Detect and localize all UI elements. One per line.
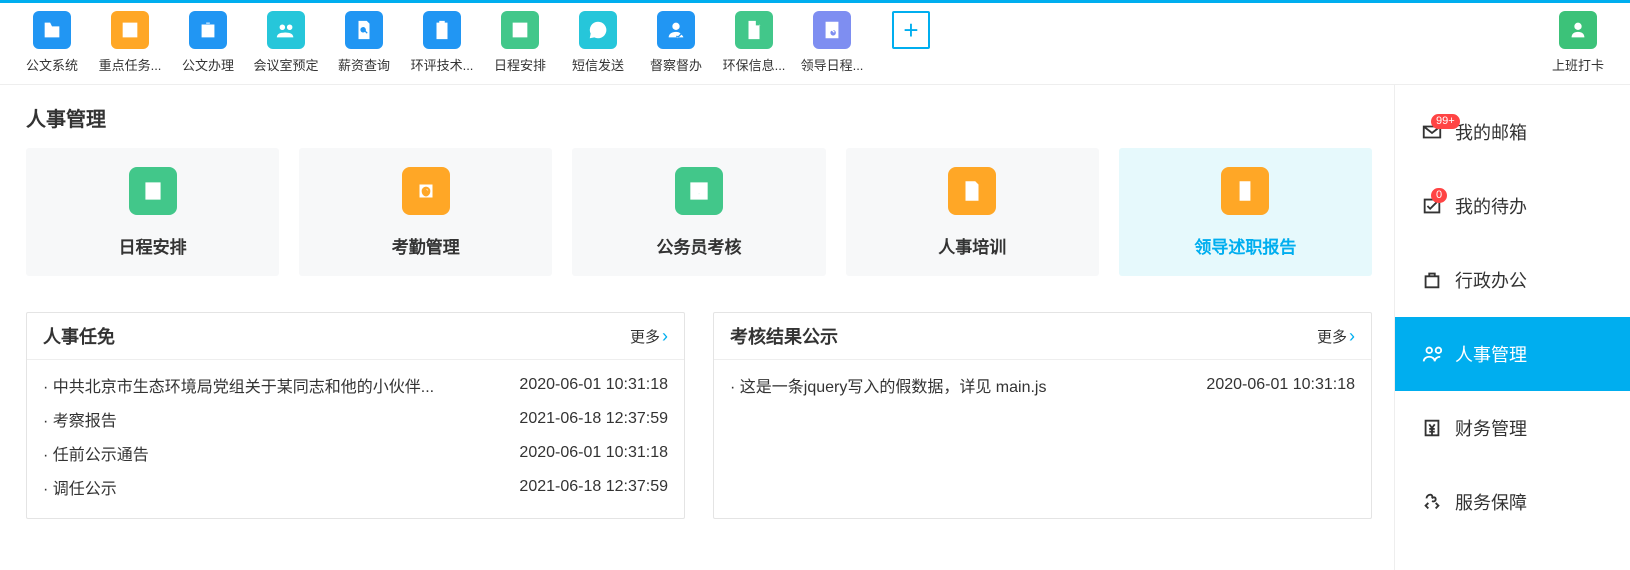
- sidebar-label: 行政办公: [1455, 267, 1527, 293]
- more-link[interactable]: 更多›: [1317, 326, 1355, 347]
- clock-label: 上班打卡: [1552, 55, 1604, 74]
- main-content: 人事管理 日程安排 考勤管理 公务员考核 人事培训 领导述职报告 人事任免 更多› · 中共…: [0, 85, 1394, 570]
- toolbar-label: 公文系统: [26, 55, 78, 74]
- more-link[interactable]: 更多›: [630, 326, 668, 347]
- sidebar-item-2[interactable]: 行政办公: [1395, 243, 1630, 317]
- item-title: · 这是一条jquery写入的假数据，详见 main.js: [730, 373, 1046, 397]
- briefcase-icon: [189, 11, 227, 49]
- item-date: 2020-06-01 10:31:18: [519, 444, 668, 462]
- list-item[interactable]: · 任前公示通告 2020-06-01 10:31:18: [43, 436, 668, 470]
- fingerprint-icon: [402, 167, 450, 215]
- sidebar-item-3[interactable]: 人事管理: [1395, 317, 1630, 391]
- calendar-icon: [129, 167, 177, 215]
- toolbar-item-0[interactable]: 公文系统: [14, 11, 90, 74]
- card-label: 日程安排: [119, 233, 187, 258]
- item-title: · 考察报告: [43, 407, 117, 431]
- page-title: 人事管理: [26, 103, 1372, 132]
- toolbar-label: 环保信息...: [723, 55, 786, 74]
- panels: 人事任免 更多› · 中共北京市生态环境局党组关于某同志和他的小伙伴... 2020-…: [26, 312, 1372, 519]
- item-title: · 任前公示通告: [43, 441, 149, 465]
- chart-icon: [111, 11, 149, 49]
- panel-title: 考核结果公示: [730, 323, 838, 349]
- item-date: 2020-06-01 10:31:18: [1206, 376, 1355, 394]
- service-icon: [1421, 491, 1443, 513]
- card-label: 考勤管理: [392, 233, 460, 258]
- report-icon: [1221, 167, 1269, 215]
- toolbar-item-8[interactable]: 督察督办: [638, 11, 714, 74]
- sidebar-item-5[interactable]: 服务保障: [1395, 465, 1630, 539]
- item-title: · 调任公示: [43, 475, 117, 499]
- list-item[interactable]: · 考察报告 2021-06-18 12:37:59: [43, 402, 668, 436]
- badge: 99+: [1431, 114, 1460, 129]
- hr-icon: [1421, 343, 1443, 365]
- sidebar-item-0[interactable]: 99+我的邮箱: [1395, 95, 1630, 169]
- item-title: · 中共北京市生态环境局党组关于某同志和他的小伙伴...: [43, 373, 434, 397]
- module-card-3[interactable]: 人事培训: [846, 148, 1099, 276]
- user-icon: [1559, 11, 1597, 49]
- card-label: 人事培训: [938, 233, 1006, 258]
- module-card-2[interactable]: 公务员考核: [572, 148, 825, 276]
- toolbar-item-9[interactable]: 环保信息...: [716, 11, 792, 74]
- usercheck-icon: [657, 11, 695, 49]
- toolbar-item-2[interactable]: 公文办理: [170, 11, 246, 74]
- assessment-icon: [675, 167, 723, 215]
- module-card-0[interactable]: 日程安排: [26, 148, 279, 276]
- item-date: 2021-06-18 12:37:59: [519, 478, 668, 496]
- sidebar-item-1[interactable]: 0 我的待办: [1395, 169, 1630, 243]
- sidebar-label: 人事管理: [1455, 341, 1527, 367]
- item-date: 2021-06-18 12:37:59: [519, 410, 668, 428]
- clipboard-icon: [423, 11, 461, 49]
- toolbar-item-10[interactable]: 领导日程...: [794, 11, 870, 74]
- panel-0: 人事任免 更多› · 中共北京市生态环境局党组关于某同志和他的小伙伴... 2020-…: [26, 312, 685, 519]
- toolbar-label: 短信发送: [572, 55, 624, 74]
- chevron-right-icon: ›: [1349, 326, 1355, 347]
- sidebar-label: 财务管理: [1455, 415, 1527, 441]
- docsearch-icon: [345, 11, 383, 49]
- toolbar-item-6[interactable]: 日程安排: [482, 11, 558, 74]
- message-icon: [579, 11, 617, 49]
- sidebar-label: 服务保障: [1455, 489, 1527, 515]
- module-card-4[interactable]: 领导述职报告: [1119, 148, 1372, 276]
- people-icon: [267, 11, 305, 49]
- toolbar-label: 会议室预定: [253, 55, 318, 74]
- clock-in-button[interactable]: 上班打卡: [1540, 11, 1616, 74]
- list-item[interactable]: · 这是一条jquery写入的假数据，详见 main.js 2020-06-01 …: [730, 368, 1355, 402]
- toolbar-label: 督察督办: [650, 55, 702, 74]
- toolbar-label: 薪资查询: [338, 55, 390, 74]
- admin-icon: [1421, 269, 1443, 291]
- toolbar-label: 公文办理: [182, 55, 234, 74]
- toolbar-item-5[interactable]: 环评技术...: [404, 11, 480, 74]
- card-label: 公务员考核: [657, 233, 742, 258]
- sidebar-item-4[interactable]: 财务管理: [1395, 391, 1630, 465]
- toolbar-item-3[interactable]: 会议室预定: [248, 11, 324, 74]
- list-item[interactable]: · 中共北京市生态环境局党组关于某同志和他的小伙伴... 2020-06-01 1…: [43, 368, 668, 402]
- toolbar-item-4[interactable]: 薪资查询: [326, 11, 402, 74]
- module-cards: 日程安排 考勤管理 公务员考核 人事培训 领导述职报告: [26, 148, 1372, 276]
- toolbar-label: 领导日程...: [801, 55, 864, 74]
- toolbar-add-button[interactable]: +: [892, 11, 930, 49]
- toolbar-label: 重点任务...: [99, 55, 162, 74]
- searchdoc-icon: [813, 11, 851, 49]
- item-date: 2020-06-01 10:31:18: [519, 376, 668, 394]
- list-item[interactable]: · 调任公示 2021-06-18 12:37:59: [43, 470, 668, 504]
- chevron-right-icon: ›: [662, 326, 668, 347]
- badge: 0: [1431, 188, 1447, 203]
- panel-1: 考核结果公示 更多› · 这是一条jquery写入的假数据，详见 main.js 20…: [713, 312, 1372, 519]
- toolbar: 公文系统 重点任务... 公文办理会议室预定 薪资查询 环评技术... 日程安排 短信发送 督…: [0, 3, 1630, 85]
- sidebar-label: 我的待办: [1455, 193, 1527, 219]
- toolbar-label: 环评技术...: [411, 55, 474, 74]
- toolbar-item-7[interactable]: 短信发送: [560, 11, 636, 74]
- module-card-1[interactable]: 考勤管理: [299, 148, 552, 276]
- sidebar: 99+我的邮箱 0 我的待办行政办公人事管理财务管理服务保障: [1394, 85, 1630, 570]
- file-icon: [735, 11, 773, 49]
- sidebar-label: 我的邮箱: [1455, 119, 1527, 145]
- finance-icon: [1421, 417, 1443, 439]
- toolbar-item-1[interactable]: 重点任务...: [92, 11, 168, 74]
- toolbar-label: 日程安排: [494, 55, 546, 74]
- card-label: 领导述职报告: [1194, 233, 1296, 258]
- training-icon: [948, 167, 996, 215]
- folder-icon: [33, 11, 71, 49]
- panel-title: 人事任免: [43, 323, 115, 349]
- edit-icon: [501, 11, 539, 49]
